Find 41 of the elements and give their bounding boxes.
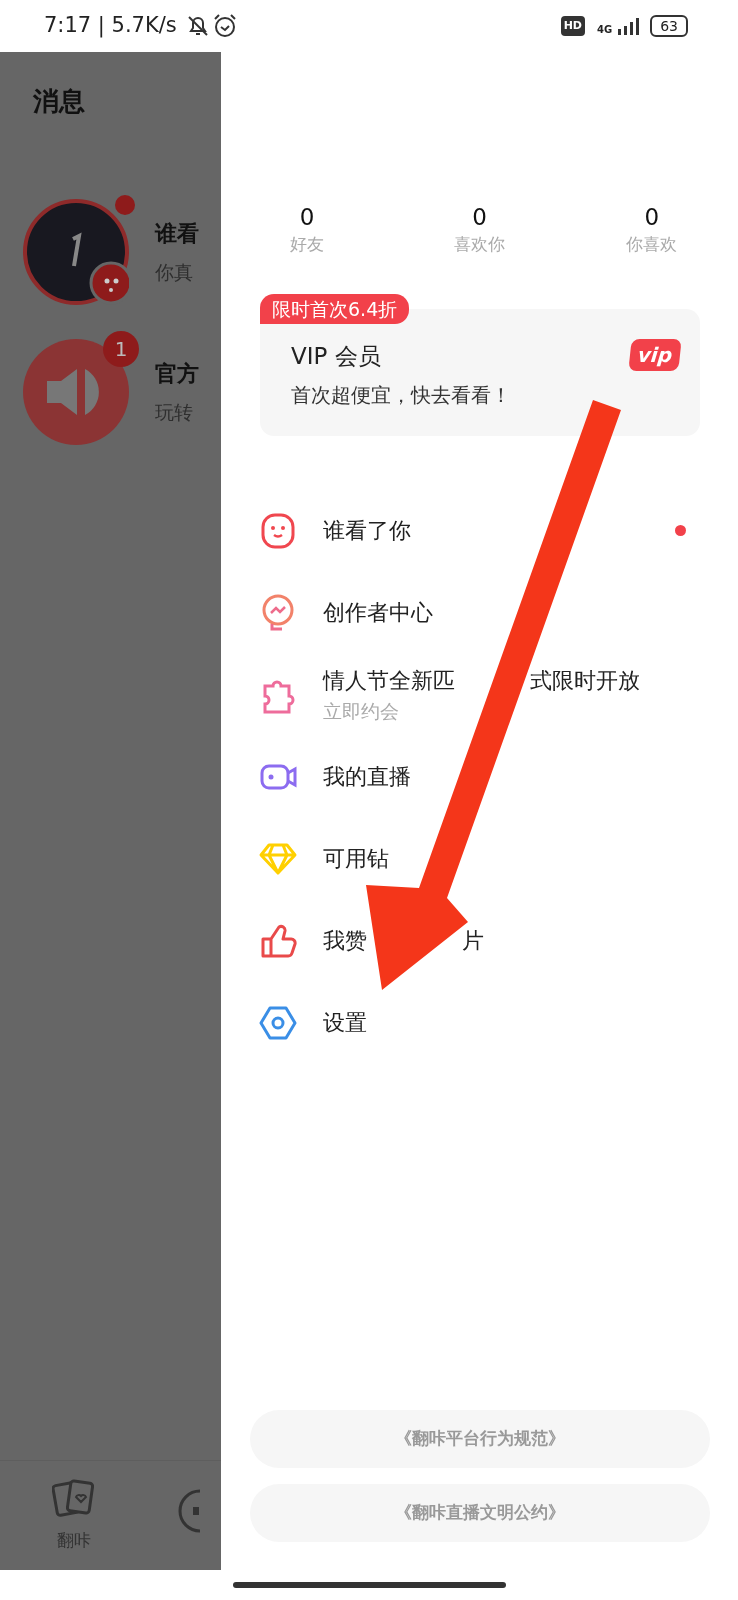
network-type: 4G [597,25,613,35]
stat-label: 你喜欢 [626,232,678,256]
stat-value: 0 [299,204,315,232]
menu-item[interactable]: 我赞 片 [259,899,686,982]
unread-badge: 1 [103,331,139,367]
menu-label: 可用钻 [323,845,389,874]
menu-label: 情人节全新匹 [323,666,455,695]
vip-title: VIP 会员 [291,342,382,372]
menu-label: 我赞 [323,927,367,956]
stat-value: 0 [644,204,660,232]
menu-item[interactable]: 我的直播 [259,735,686,818]
menu-item[interactable]: 可用钻 [259,817,686,900]
menu-item[interactable]: 谁看了你 [259,489,686,572]
menu-label: 创作者中心 [323,599,433,628]
menu-item[interactable]: 创作者中心 [259,571,686,654]
conversation-preview: 你真 [155,260,194,286]
menu-item[interactable]: 情人节全新匹 式限时开放 立即约会 [259,653,686,736]
stat-label: 喜欢你 [453,232,505,256]
unread-dot [115,195,135,215]
menu-label: 我的直播 [323,763,411,792]
menu-subtitle: 立即约会 [323,698,400,724]
vip-subtitle: 首次超便宜，快去看看！ [291,381,512,409]
stat-label: 好友 [290,232,325,256]
cards-icon [52,1477,96,1520]
conversation-title: 谁看 [155,220,199,249]
discount-badge: 限时首次6.4折 [260,294,410,325]
face-icon [259,511,297,550]
menu-label: 式限时开放 [529,666,640,695]
battery-level: 63 [650,15,688,37]
menu-label: 设置 [323,1009,367,1038]
hd-badge: HD [560,15,585,37]
status-time: 7:17 | 5.7K/s [44,12,177,40]
stat-value: 0 [472,204,487,232]
menu-item[interactable]: 设置 [259,981,686,1064]
menu-label: 片 [461,927,484,956]
menu-label: 谁看了你 [323,517,411,546]
home-indicator[interactable] [232,1582,506,1588]
conversation-title: 官方 [155,360,199,389]
screen-title: 消息 [32,85,86,118]
conversation-preview: 玩转 [155,400,194,426]
vip-logo: vip [628,339,682,372]
